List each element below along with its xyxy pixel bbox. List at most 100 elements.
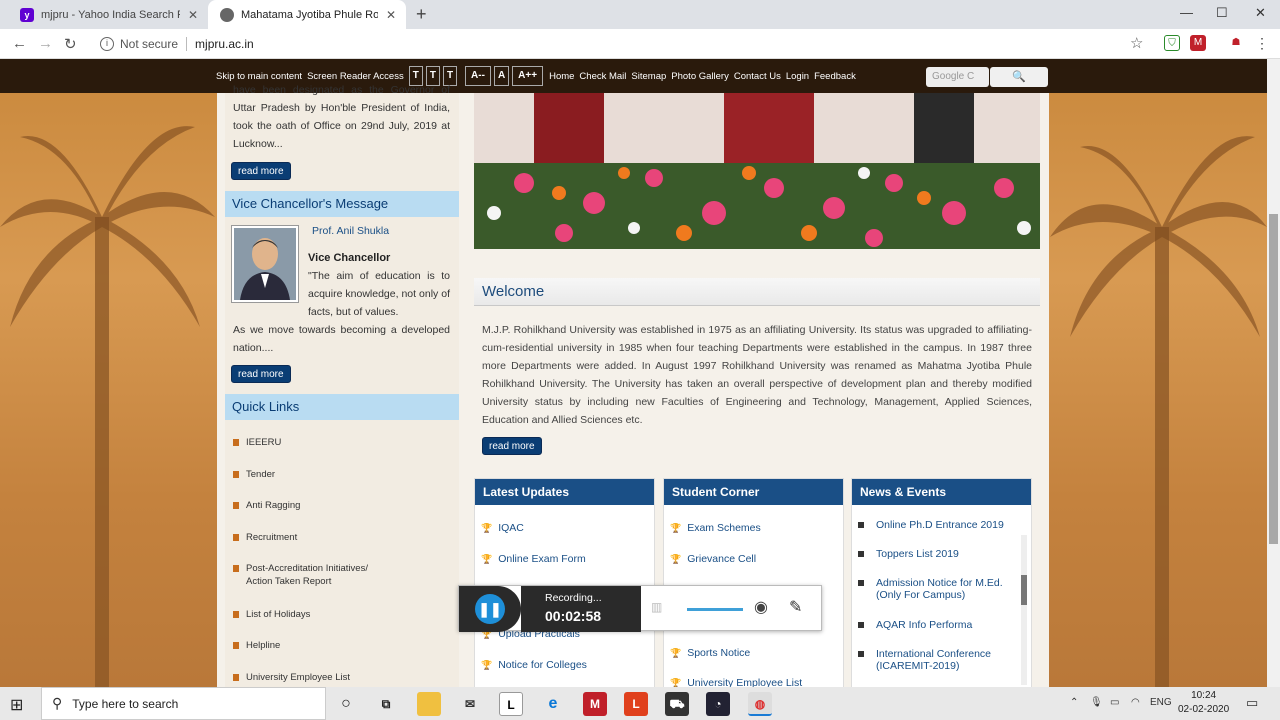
address-bar: ← → ↻ i Not secure mjpru.ac.in ☆ bbox=[0, 29, 1280, 59]
student-item-employee-list[interactable]: 🏆 University Employee List bbox=[670, 677, 802, 687]
mail-icon[interactable]: ✉ bbox=[458, 692, 482, 716]
quick-link-anti-ragging[interactable]: Anti Ragging bbox=[233, 499, 300, 512]
task-view-icon[interactable]: ⧉ bbox=[374, 692, 398, 716]
student-corner-title: Student Corner bbox=[664, 479, 843, 505]
bullet-icon bbox=[858, 522, 864, 528]
pencil-icon[interactable]: ✎ bbox=[789, 597, 802, 617]
store-icon[interactable]: ⛟ bbox=[665, 692, 689, 716]
maximize-icon[interactable]: ☐ bbox=[1216, 5, 1228, 21]
item-label: Toppers List 2019 bbox=[876, 548, 959, 560]
notification-icon[interactable]: ▭ bbox=[1246, 695, 1258, 711]
news-item-phd[interactable]: Online Ph.D Entrance 2019 bbox=[858, 519, 1004, 531]
quick-link-recruitment[interactable]: Recruitment bbox=[233, 531, 297, 544]
bullet-icon bbox=[233, 534, 239, 541]
news-item-toppers[interactable]: Toppers List 2019 bbox=[858, 548, 959, 560]
google-search-input[interactable]: Google C bbox=[926, 67, 989, 87]
read-more-button[interactable]: read more bbox=[231, 162, 291, 180]
nav-photo-gallery[interactable]: Photo Gallery bbox=[671, 71, 729, 82]
tab-yahoo[interactable]: y mjpru - Yahoo India Search Results ✕ bbox=[8, 0, 208, 29]
language-indicator[interactable]: ENG bbox=[1150, 697, 1172, 708]
omnibox[interactable]: i Not secure mjpru.ac.in bbox=[92, 32, 1152, 56]
close-tab-icon[interactable]: ✕ bbox=[386, 8, 396, 22]
cortana-icon[interactable]: ○ bbox=[334, 692, 358, 716]
shield-extension-icon[interactable]: ⛉ bbox=[1164, 35, 1180, 51]
star-icon[interactable]: ☆ bbox=[1130, 34, 1143, 52]
chrome-icon[interactable]: ◍ bbox=[748, 692, 772, 716]
nav-contact-us[interactable]: Contact Us bbox=[734, 71, 781, 82]
battery-icon[interactable]: ▭ bbox=[1110, 697, 1119, 708]
profile-extension-icon[interactable]: ☗ bbox=[1228, 35, 1244, 51]
close-tab-icon[interactable]: ✕ bbox=[188, 8, 198, 22]
read-more-button[interactable]: read more bbox=[231, 365, 291, 383]
app-red-icon[interactable]: L bbox=[624, 692, 648, 716]
tab-mjpru[interactable]: Mahatama Jyotiba Phule Rohilkhand ✕ bbox=[208, 0, 406, 29]
news-scrollbar[interactable] bbox=[1021, 535, 1027, 685]
back-icon[interactable]: ← bbox=[12, 35, 27, 52]
forward-icon[interactable]: → bbox=[38, 35, 53, 52]
app-l-icon[interactable]: L bbox=[499, 692, 523, 716]
student-item-sports[interactable]: 🏆 Sports Notice bbox=[670, 647, 750, 659]
bullet-icon bbox=[233, 565, 239, 572]
student-item-exam-schemes[interactable]: 🏆 Exam Schemes bbox=[670, 522, 761, 534]
increase-font-button[interactable]: A++ bbox=[512, 66, 544, 86]
read-more-button[interactable]: read more bbox=[482, 437, 542, 455]
grip-icon[interactable]: ▥ bbox=[651, 600, 662, 614]
mcafee-extension-icon[interactable]: M bbox=[1190, 35, 1206, 51]
vc-title: Vice Chancellor bbox=[308, 252, 391, 264]
update-item-iqac[interactable]: 🏆 IQAC bbox=[481, 522, 524, 534]
nav-feedback[interactable]: Feedback bbox=[814, 71, 856, 82]
info-icon[interactable]: i bbox=[100, 37, 114, 51]
volume-slider[interactable] bbox=[687, 608, 743, 611]
vc-name[interactable]: Prof. Anil Shukla bbox=[312, 225, 389, 237]
microphone-icon[interactable]: 🎙 bbox=[1090, 697, 1103, 708]
item-label: IQAC bbox=[498, 522, 524, 534]
student-item-grievance[interactable]: 🏆 Grievance Cell bbox=[670, 553, 756, 565]
nav-login[interactable]: Login bbox=[786, 71, 809, 82]
close-window-icon[interactable]: ✕ bbox=[1255, 5, 1266, 21]
quick-link-holidays[interactable]: List of Holidays bbox=[233, 608, 310, 621]
new-tab-button[interactable]: + bbox=[416, 4, 427, 25]
skip-to-main-link[interactable]: Skip to main content bbox=[216, 71, 302, 82]
quick-link-post-accreditation[interactable]: Post-Accreditation Initiatives/ Action T… bbox=[233, 562, 383, 588]
decrease-font-button[interactable]: A-- bbox=[465, 66, 491, 86]
wifi-icon[interactable]: ◠ bbox=[1131, 697, 1140, 708]
nav-sitemap[interactable]: Sitemap bbox=[631, 71, 666, 82]
windows-start-icon[interactable]: ⊞ bbox=[10, 695, 23, 715]
tray-expand-icon[interactable]: ⌃ bbox=[1070, 697, 1078, 708]
quick-link-employee-list[interactable]: University Employee List bbox=[233, 671, 350, 684]
nav-home[interactable]: Home bbox=[549, 71, 574, 82]
file-explorer-icon[interactable] bbox=[417, 692, 441, 716]
update-item-notice-colleges[interactable]: 🏆 Notice for Colleges bbox=[481, 659, 587, 671]
vc-quote: "The aim of education is to acquire know… bbox=[308, 270, 450, 318]
pause-icon[interactable]: ❚❚ bbox=[475, 594, 505, 624]
quick-link-tender[interactable]: Tender bbox=[233, 468, 275, 481]
globe-icon bbox=[220, 7, 234, 22]
mcafee-icon[interactable]: M bbox=[583, 692, 607, 716]
quick-link-ieeeru[interactable]: IEEERU bbox=[233, 436, 281, 449]
trophy-icon: 🏆 bbox=[670, 677, 682, 688]
reload-icon[interactable]: ↻ bbox=[64, 35, 77, 53]
search-icon[interactable]: 🔍 bbox=[990, 67, 1048, 87]
clock[interactable]: 10:24 02-02-2020 bbox=[1178, 689, 1229, 717]
screen-reader-link[interactable]: Screen Reader Access bbox=[307, 71, 404, 82]
scroll-thumb[interactable] bbox=[1269, 214, 1278, 544]
quick-link-label: Anti Ragging bbox=[246, 500, 301, 511]
taskbar-search[interactable]: ⚲ Type here to search bbox=[41, 687, 326, 720]
url-text[interactable]: mjpru.ac.in bbox=[195, 37, 254, 51]
news-item-med-admission[interactable]: Admission Notice for M.Ed. (Only For Cam… bbox=[858, 577, 1018, 601]
nav-check-mail[interactable]: Check Mail bbox=[579, 71, 626, 82]
normal-font-button[interactable]: A bbox=[493, 66, 510, 86]
webcam-icon[interactable]: ◉ bbox=[754, 597, 768, 617]
edge-icon[interactable]: e bbox=[541, 692, 565, 716]
speedometer-icon[interactable]: ◔ bbox=[706, 692, 730, 716]
page-scrollbar[interactable] bbox=[1267, 59, 1280, 687]
news-item-aqar[interactable]: AQAR Info Performa bbox=[858, 619, 972, 631]
news-scroll-thumb[interactable] bbox=[1021, 575, 1027, 605]
news-item-conference[interactable]: International Conference (ICAREMIT-2019) bbox=[858, 648, 1018, 672]
menu-icon[interactable]: ⋮ bbox=[1254, 35, 1270, 51]
clock-date: 02-02-2020 bbox=[1178, 704, 1230, 715]
quick-link-helpline[interactable]: Helpline bbox=[233, 639, 280, 652]
item-label: Admission Notice for M.Ed. (Only For Cam… bbox=[876, 577, 1003, 601]
update-item-exam-form[interactable]: 🏆 Online Exam Form bbox=[481, 553, 586, 565]
minimize-icon[interactable]: — bbox=[1180, 5, 1193, 20]
